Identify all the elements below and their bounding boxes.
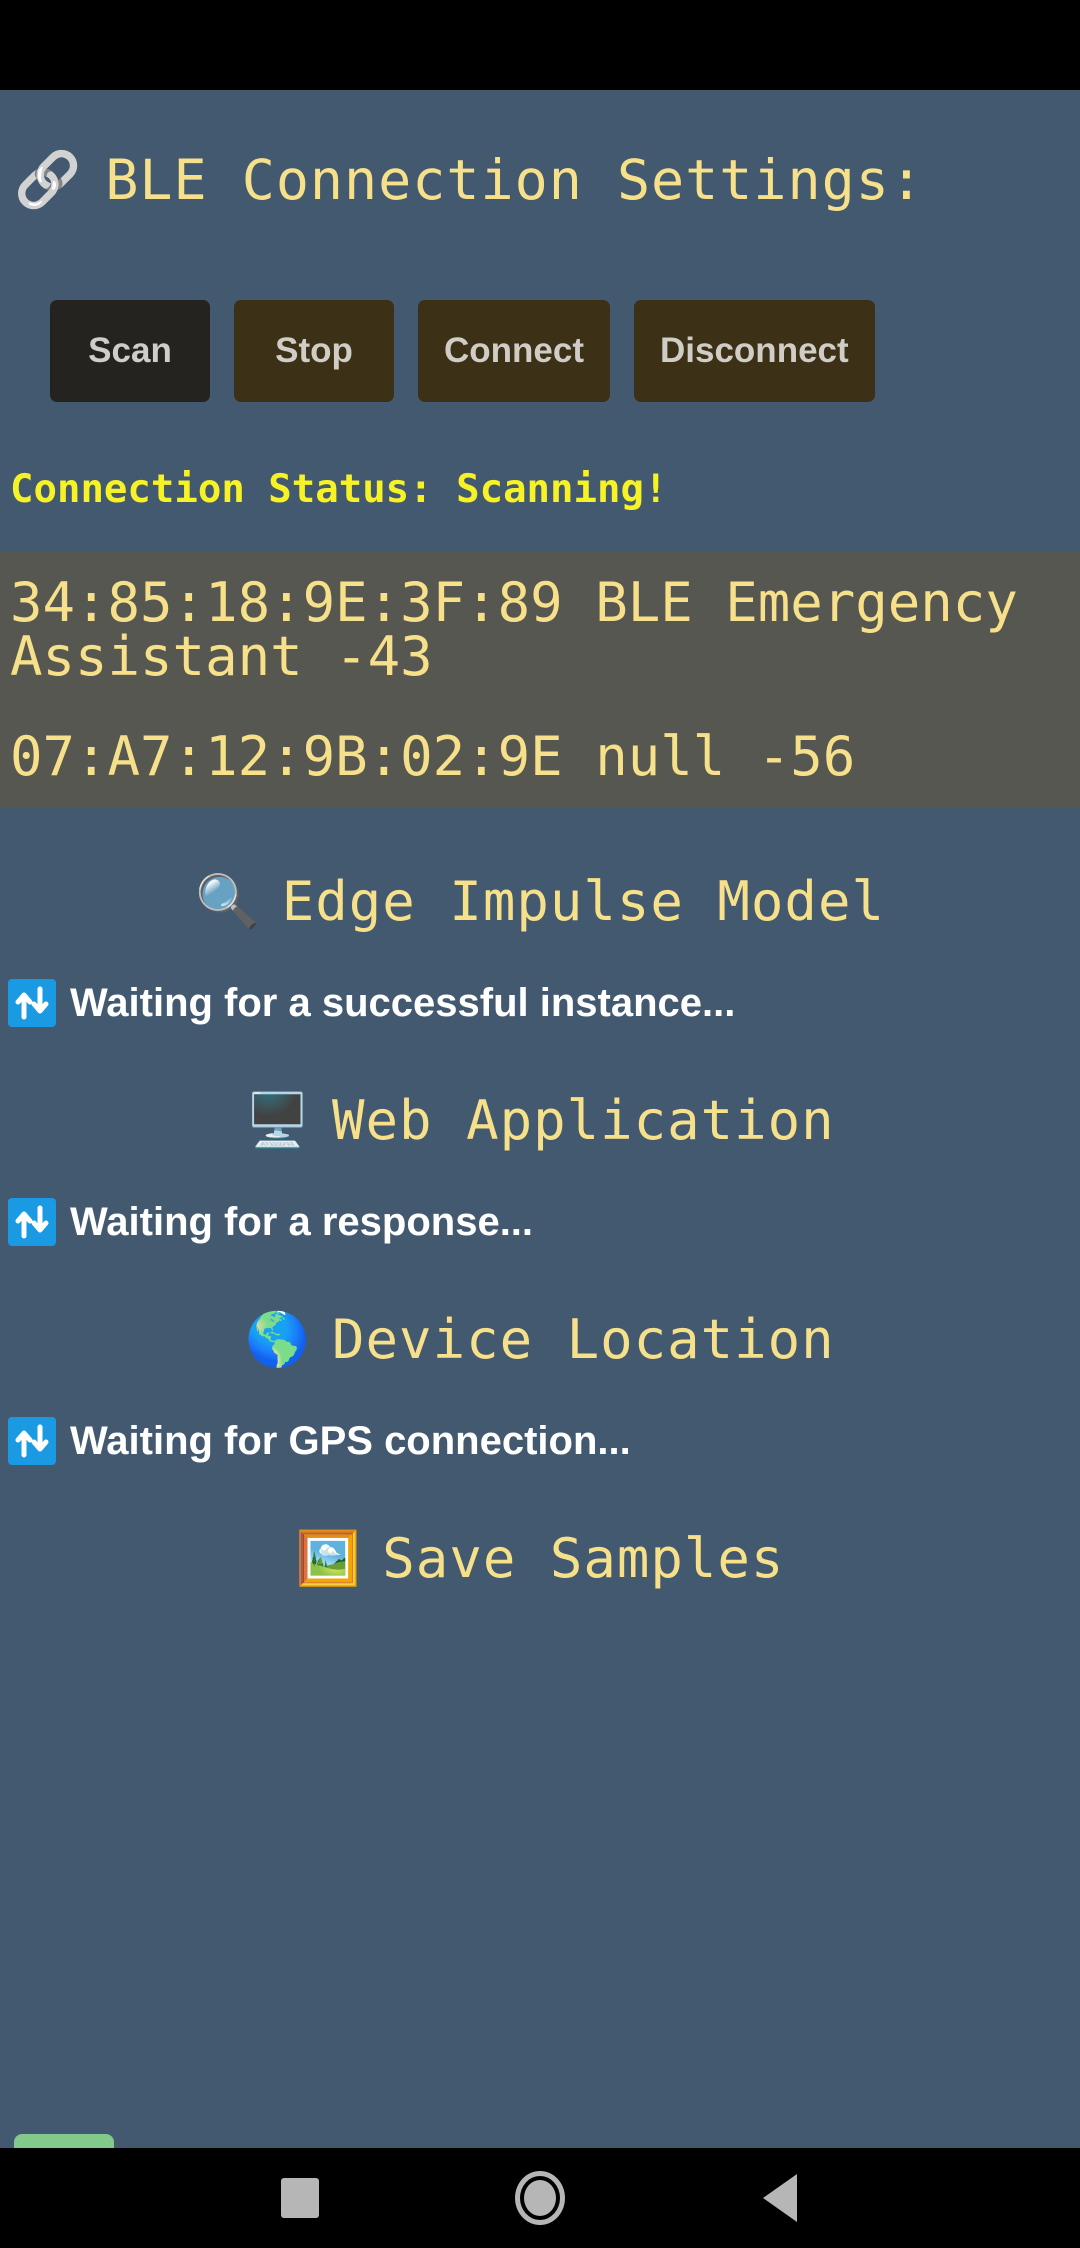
cut-off-bottom-row: [0, 2130, 1080, 2148]
ble-action-buttons: Scan Stop Connect Disconnect: [0, 212, 1080, 402]
status-web-application: Waiting for a response...: [0, 1152, 1080, 1246]
up-down-arrows-icon: [8, 1417, 56, 1465]
up-down-arrows-icon: [8, 1198, 56, 1246]
scan-button[interactable]: Scan: [50, 300, 210, 402]
status-text: Waiting for a response...: [70, 1199, 534, 1244]
link-chain-icon: 🔗: [14, 148, 82, 211]
connection-status-text: Connection Status: Scanning!: [10, 467, 668, 512]
page-header: 🔗 BLE Connection Settings:: [0, 90, 1080, 212]
stop-button[interactable]: Stop: [234, 300, 394, 402]
globe-americas-icon: 🌎: [245, 1309, 311, 1370]
up-down-arrows-icon: [8, 979, 56, 1027]
desktop-computer-icon: 🖥️: [245, 1090, 311, 1151]
list-item[interactable]: 07:A7:12:9B:02:9E null -56: [10, 694, 1070, 794]
triangle-left-icon: [763, 2174, 797, 2222]
connect-button[interactable]: Connect: [418, 300, 610, 402]
recents-button[interactable]: [255, 2153, 345, 2243]
section-title: Save Samples: [382, 1527, 785, 1590]
android-navigation-bar: [0, 2148, 1080, 2248]
section-title: Device Location: [332, 1308, 835, 1371]
status-text: Waiting for a successful instance...: [70, 980, 736, 1025]
section-title: Web Application: [332, 1089, 835, 1152]
magnifying-glass-icon: 🔍: [195, 871, 260, 932]
section-edge-impulse-model: 🔍 Edge Impulse Model: [0, 808, 1080, 933]
disconnect-button[interactable]: Disconnect: [634, 300, 875, 402]
status-text: Waiting for GPS connection...: [70, 1418, 631, 1463]
section-title: Edge Impulse Model: [281, 870, 885, 933]
green-badge[interactable]: [14, 2134, 114, 2148]
section-device-location: 🌎 Device Location: [0, 1246, 1080, 1371]
list-item[interactable]: 34:85:18:9E:3F:89 BLE Emergency Assistan…: [10, 570, 1070, 694]
status-edge-impulse: Waiting for a successful instance...: [0, 933, 1080, 1027]
back-button[interactable]: [735, 2153, 825, 2243]
android-status-bar: [0, 0, 1080, 90]
circle-icon: [515, 2171, 565, 2225]
framed-picture-icon: 🖼️: [295, 1528, 361, 1589]
square-icon: [281, 2178, 319, 2218]
page-title: BLE Connection Settings:: [105, 148, 924, 212]
section-save-samples: 🖼️ Save Samples: [0, 1465, 1080, 1590]
section-web-application: 🖥️ Web Application: [0, 1027, 1080, 1152]
app-content: 🔗 BLE Connection Settings: Scan Stop Con…: [0, 90, 1080, 2148]
home-button[interactable]: [495, 2153, 585, 2243]
phone-screen: 🔗 BLE Connection Settings: Scan Stop Con…: [0, 0, 1080, 2248]
ble-device-list[interactable]: 34:85:18:9E:3F:89 BLE Emergency Assistan…: [0, 552, 1080, 808]
status-device-location: Waiting for GPS connection...: [0, 1371, 1080, 1465]
